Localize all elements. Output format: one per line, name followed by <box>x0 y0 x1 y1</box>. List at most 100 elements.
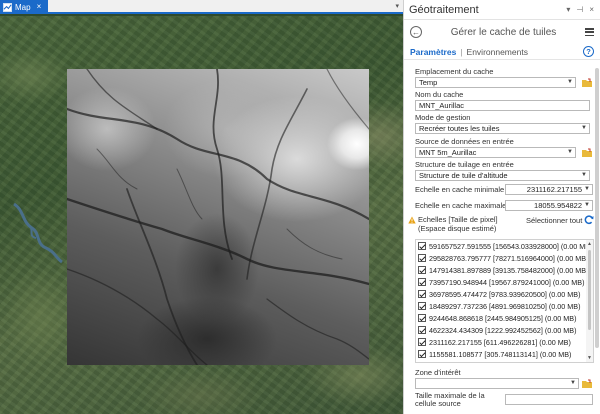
pane-controls: ▾ ⊣ × <box>566 5 600 14</box>
max-scale-select[interactable]: 18055.954822 ▼ <box>505 200 593 211</box>
list-item[interactable]: 73957190.948944 [19567.879241000] (0.00 … <box>416 276 593 288</box>
back-arrow-icon[interactable]: ← <box>410 26 422 38</box>
list-item[interactable]: 1155581.108577 [305.748113141] (0.00 MB) <box>416 348 593 360</box>
dem-raster[interactable] <box>67 69 369 365</box>
browse-folder-icon[interactable] <box>582 379 592 388</box>
scroll-up-icon[interactable]: ▲ <box>587 241 592 247</box>
map-tab[interactable]: Map × <box>0 0 48 14</box>
scale-checkbox[interactable] <box>418 314 426 322</box>
pane-title: Géotraitement <box>409 3 479 16</box>
scale-item-label: 18489297.737236 [4891.969810250] (0.00 M… <box>429 301 581 311</box>
scales-list: 591657527.591555 [156543.033928000] (0.0… <box>415 239 594 363</box>
close-icon[interactable]: × <box>37 3 42 11</box>
pane-scroll-thumb[interactable] <box>595 68 599 348</box>
chevron-down-icon: ▼ <box>584 186 590 192</box>
scale-item-label: 4622324.434309 [1222.992452562] (0.00 MB… <box>429 325 577 335</box>
hamburger-menu-icon[interactable] <box>585 28 594 36</box>
list-item[interactable]: 36978595.474472 [9783.939620500] (0.00 M… <box>416 288 593 300</box>
scale-item-label: 2311162.217155 [611.496226281] (0.00 MB) <box>429 337 571 347</box>
scale-checkbox[interactable] <box>418 302 426 310</box>
scale-checkbox[interactable] <box>418 326 426 334</box>
scale-item-label: 36978595.474472 [9783.939620500] (0.00 M… <box>429 289 581 299</box>
list-item[interactable]: 18489297.737236 [4891.969810250] (0.00 M… <box>416 300 593 312</box>
scales-header: Echelles [Taille de pixel] (Espace disqu… <box>408 215 596 237</box>
scroll-down-icon[interactable]: ▼ <box>587 355 592 361</box>
tab-separator: | <box>460 46 463 57</box>
tab-parameters[interactable]: Paramètres <box>410 47 456 57</box>
scale-checkbox[interactable] <box>418 350 426 358</box>
scales-label: Echelles [Taille de pixel] (Espace disqu… <box>418 215 498 233</box>
tab-environments[interactable]: Environnements <box>467 47 528 57</box>
lake-feature <box>13 202 63 264</box>
help-icon[interactable]: ? <box>583 46 594 57</box>
parameters-form: Emplacement du cache Temp ▼ Nom du cache… <box>404 62 600 414</box>
list-item[interactable]: 147914381.897889 [39135.758482000] (0.00… <box>416 264 593 276</box>
scale-checkbox[interactable] <box>418 266 426 274</box>
list-scrollbar[interactable]: ▲ ▼ <box>586 240 593 362</box>
pane-menu-icon[interactable]: ▾ <box>566 5 570 14</box>
browse-folder-icon[interactable] <box>582 148 592 157</box>
scale-checkbox[interactable] <box>418 242 426 250</box>
chevron-down-icon: ▼ <box>570 380 576 386</box>
list-item[interactable]: 9244648.868618 [2445.984905125] (0.00 MB… <box>416 312 593 324</box>
map-pane: Map × ▾ <box>0 0 403 414</box>
scale-item-label: 73957190.948944 [19567.879241000] (0.00 … <box>429 277 585 287</box>
scale-checkbox[interactable] <box>418 290 426 298</box>
browse-folder-icon[interactable] <box>582 78 592 87</box>
max-cell-size-input[interactable] <box>505 394 593 405</box>
tool-tabs: Paramètres | Environnements ? <box>404 44 600 60</box>
chevron-down-icon: ▼ <box>581 125 587 131</box>
chevron-down-icon: ▼ <box>567 149 573 155</box>
select-all-link[interactable]: Sélectionner tout <box>526 216 582 225</box>
map-canvas[interactable] <box>0 16 403 414</box>
list-item[interactable]: 295828763.795777 [78271.516964000] (0.00… <box>416 252 593 264</box>
input-source-select[interactable]: MNT 5m_Aurillac ▼ <box>415 147 576 158</box>
tiling-scheme-value: Structure de tuile d'altitude <box>419 171 508 180</box>
cache-name-input[interactable]: MNT_Aurillac <box>415 100 590 111</box>
area-of-interest-label: Zone d'intérêt <box>415 368 461 377</box>
manage-mode-value: Recréer toutes les tuiles <box>419 124 500 133</box>
scale-item-label: 1155581.108577 [305.748113141] (0.00 MB) <box>429 349 572 359</box>
chevron-down-icon: ▼ <box>567 79 573 85</box>
refresh-icon[interactable] <box>584 215 594 225</box>
list-item[interactable]: 591657527.591555 [156543.033928000] (0.0… <box>416 240 593 252</box>
cache-name-value: MNT_Aurillac <box>419 101 465 110</box>
scale-checkbox[interactable] <box>418 338 426 346</box>
scale-item-label: 591657527.591555 [156543.033928000] (0.0… <box>429 241 593 251</box>
max-scale-label: Echelle en cache maximale <box>415 201 507 210</box>
map-icon <box>3 2 12 12</box>
chevron-down-icon: ▼ <box>581 172 587 178</box>
tiling-scheme-select[interactable]: Structure de tuile d'altitude ▼ <box>415 170 590 181</box>
chevron-down-icon[interactable]: ▾ <box>395 2 399 10</box>
input-source-label: Source de données en entrée <box>415 137 514 146</box>
cache-location-value: Temp <box>419 78 438 87</box>
pane-titlebar: Géotraitement ▾ ⊣ × <box>404 0 600 20</box>
warning-icon <box>408 216 416 224</box>
manage-mode-label: Mode de gestion <box>415 113 471 122</box>
close-icon[interactable]: × <box>589 5 594 14</box>
geoprocessing-pane: Géotraitement ▾ ⊣ × ← Gérer le cache de … <box>403 0 600 414</box>
map-tab-label: Map <box>15 2 31 12</box>
list-item[interactable]: 4622324.434309 [1222.992452562] (0.00 MB… <box>416 324 593 336</box>
scale-checkbox[interactable] <box>418 254 426 262</box>
min-scale-label: Echelle en cache minimale <box>415 185 505 194</box>
min-scale-select[interactable]: 2311162.217155 ▼ <box>505 184 593 195</box>
pane-scrollbar[interactable] <box>594 62 600 414</box>
list-item[interactable]: 2311162.217155 [611.496226281] (0.00 MB) <box>416 336 593 348</box>
input-source-value: MNT 5m_Aurillac <box>419 148 477 157</box>
tool-header: ← Gérer le cache de tuiles <box>404 20 600 44</box>
manage-mode-select[interactable]: Recréer toutes les tuiles ▼ <box>415 123 590 134</box>
scale-checkbox[interactable] <box>418 278 426 286</box>
area-of-interest-select[interactable]: ▼ <box>415 378 579 389</box>
cache-location-select[interactable]: Temp ▼ <box>415 77 576 88</box>
max-scale-value: 18055.954822 <box>534 201 582 210</box>
max-cell-size-label: Taille maximale de la cellule source <box>415 391 485 408</box>
cache-name-label: Nom du cache <box>415 90 464 99</box>
scale-item-label: 147914381.897889 [39135.758482000] (0.00… <box>429 265 589 275</box>
list-scroll-thumb[interactable] <box>588 250 591 330</box>
scale-item-label: 295828763.795777 [78271.516964000] (0.00… <box>429 253 589 263</box>
drainage-network <box>67 69 369 365</box>
tool-title: Gérer le cache de tuiles <box>450 26 557 38</box>
tiling-scheme-label: Structure de tuilage en entrée <box>415 160 514 169</box>
pin-icon[interactable]: ⊣ <box>576 5 583 14</box>
